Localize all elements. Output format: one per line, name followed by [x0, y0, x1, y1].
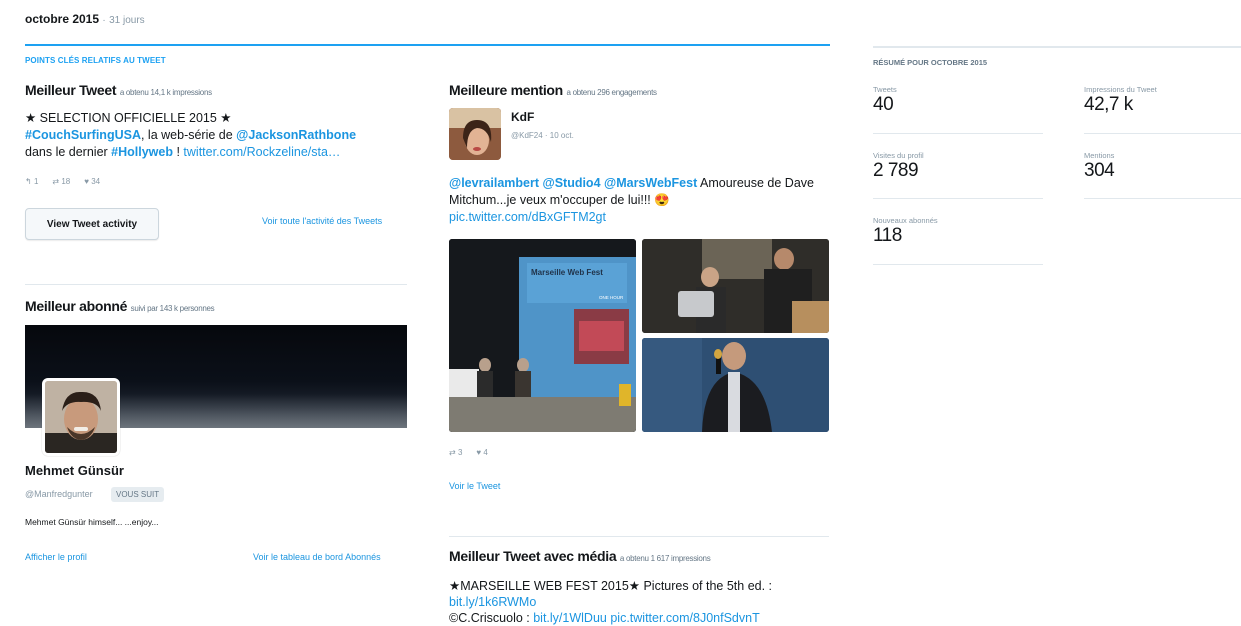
follower-name[interactable]: Mehmet Günsür [25, 463, 124, 478]
like-count: 4 [483, 448, 488, 457]
top-mention-title: Meilleure mention [449, 82, 563, 98]
top-tweet-line1: ★ SELECTION OFFICIELLE 2015 ★ [25, 111, 232, 125]
like-stat: ♥ 34 [84, 177, 100, 186]
stat-value: 40 [873, 94, 894, 115]
top-follower-title: Meilleur abonné [25, 298, 128, 314]
top-media-tweet-heading: Meilleur Tweet avec média a obtenu 1 617… [449, 548, 711, 564]
mention-stats: ⇄ 3 ♥ 4 [449, 448, 488, 457]
tweet-text: dans le dernier [25, 145, 112, 159]
days-count: 31 jours [109, 15, 145, 26]
view-profile-link[interactable]: Afficher le profil [25, 552, 87, 562]
mention-handle-date[interactable]: @KdF24 · 10 oct. [511, 131, 574, 140]
top-mention-heading: Meilleure mention a obtenu 296 engagemen… [449, 82, 657, 98]
highlights-title: POINTS CLÉS RELATIFS AU TWEET [25, 56, 166, 65]
stat-new-followers: Nouveaux abonnés 118 [873, 216, 938, 247]
divider [25, 284, 407, 285]
retweet-icon: ⇄ [52, 177, 60, 186]
summary-title: RÉSUMÉ POUR OCTOBRE 2015 [873, 58, 988, 67]
mention-link[interactable]: @JacksonRathbone [236, 128, 356, 142]
stat-impressions: Impressions du Tweet 42,7 k [1084, 85, 1157, 116]
view-tweet-link[interactable]: Voir le Tweet [449, 481, 500, 491]
reply-stat: ↰ 1 [25, 177, 38, 186]
top-media-tweet-subtitle: a obtenu 1 617 impressions [619, 554, 711, 563]
stat-value: 42,7 k [1084, 94, 1133, 115]
stat-label: Tweets [873, 85, 897, 94]
stat-label: Nouveaux abonnés [873, 216, 938, 225]
credit-text: ©C.Criscuolo : [449, 611, 534, 625]
follower-bio: Mehmet Günsür himself... ...enjoy... [25, 517, 159, 527]
tweet-text: ! [173, 145, 184, 159]
retweet-count: 3 [457, 448, 463, 457]
stat-value: 118 [873, 225, 902, 246]
divider [449, 536, 829, 537]
stat-profile-visits: Visites du profil 2 789 [873, 151, 924, 182]
stat-value: 304 [1084, 160, 1115, 181]
hashtag-link[interactable]: #Hollyweb [111, 145, 173, 159]
tweet-text: , la web-série de [140, 128, 237, 142]
media-tweet-text: ★MARSEILLE WEB FEST 2015★ Pictures of th… [449, 578, 824, 626]
stat-value: 2 789 [873, 160, 919, 181]
stat-mentions: Mentions 304 [1084, 151, 1115, 182]
pic-url-link[interactable]: pic.twitter.com/8J0nfSdvnT [610, 611, 759, 625]
month-header: octobre 2015 · 31 jours [25, 12, 145, 26]
mention-avatar[interactable] [449, 108, 501, 160]
heart-eyes-emoji: 😍 [654, 193, 670, 207]
top-tweet-stats: ↰ 1 ⇄ 18 ♥ 34 [25, 177, 100, 186]
highlights-divider [25, 44, 830, 46]
like-stat: ♥ 4 [476, 448, 487, 457]
stat-label: Mentions [1084, 151, 1115, 160]
separator: · [102, 15, 106, 26]
slide-title: Marseille Web Fest [531, 268, 603, 277]
stat-label: Impressions du Tweet [1084, 85, 1157, 94]
like-count: 34 [91, 177, 101, 186]
top-mention-subtitle: a obtenu 296 engagements [566, 88, 658, 97]
retweet-stat: ⇄ 3 [449, 448, 462, 457]
mention-link[interactable]: @Studio4 [543, 176, 601, 190]
top-tweet-subtitle: a obtenu 14,1 k impressions [119, 88, 212, 97]
pic-url-link[interactable]: pic.twitter.com/dBxGFTM2gt [449, 210, 606, 224]
retweet-icon: ⇄ [449, 448, 456, 457]
month-label: octobre 2015 [25, 12, 100, 26]
reply-count: 1 [33, 177, 39, 186]
slide-text: ONE HOUR [599, 295, 624, 300]
media-url-link[interactable]: bit.ly/1WlDuu [533, 611, 607, 625]
conference-stage-photo[interactable]: Marseille Web Fest ONE HOUR [449, 239, 636, 432]
mention-link[interactable]: @levrailambert [449, 176, 539, 190]
heart-icon: ♥ [476, 448, 482, 457]
divider [873, 133, 1043, 134]
media-url-link[interactable]: bit.ly/1k6RWMo [449, 594, 824, 610]
top-tweet-heading: Meilleur Tweet a obtenu 14,1 k impressio… [25, 82, 212, 98]
retweet-count: 18 [61, 177, 71, 186]
speaker-photo[interactable] [642, 338, 829, 432]
all-tweet-activity-link[interactable]: Voir toute l'activité des Tweets [262, 216, 382, 226]
top-follower-subtitle: suivi par 143 k personnes [130, 304, 215, 313]
reply-icon: ↰ [25, 177, 32, 186]
mention-link[interactable]: @MarsWebFest [604, 176, 697, 190]
interview-photo[interactable] [642, 239, 829, 333]
hashtag-link[interactable]: #CouchSurfingUSA [25, 128, 141, 142]
retweet-stat: ⇄ 18 [52, 177, 70, 186]
follower-handle[interactable]: @Manfredgunter [25, 489, 93, 499]
divider [1084, 198, 1241, 199]
divider [873, 264, 1043, 265]
summary-divider [873, 46, 1241, 48]
top-media-tweet-title: Meilleur Tweet avec média [449, 548, 617, 564]
divider [873, 198, 1043, 199]
top-tweet-text: ★ SELECTION OFFICIELLE 2015 ★ #CouchSurf… [25, 110, 410, 161]
stat-label: Visites du profil [873, 151, 924, 160]
mention-text: @levrailambert @Studio4 @MarsWebFest Amo… [449, 175, 824, 226]
tweet-url-link[interactable]: twitter.com/Rockzeline/sta… [183, 145, 340, 159]
followers-dashboard-link[interactable]: Voir le tableau de bord Abonnés [253, 552, 381, 562]
view-tweet-activity-button[interactable]: View Tweet activity [25, 208, 159, 240]
heart-icon: ♥ [84, 177, 89, 186]
follows-you-badge: VOUS SUIT [111, 487, 165, 502]
top-tweet-title: Meilleur Tweet [25, 82, 117, 98]
top-follower-heading: Meilleur abonné suivi par 143 k personne… [25, 298, 215, 314]
stat-tweets: Tweets 40 [873, 85, 897, 116]
follower-avatar[interactable] [42, 378, 120, 456]
divider [1084, 133, 1241, 134]
media-tweet-line1: ★MARSEILLE WEB FEST 2015★ Pictures of th… [449, 579, 773, 593]
mention-author-name[interactable]: KdF [511, 110, 534, 124]
